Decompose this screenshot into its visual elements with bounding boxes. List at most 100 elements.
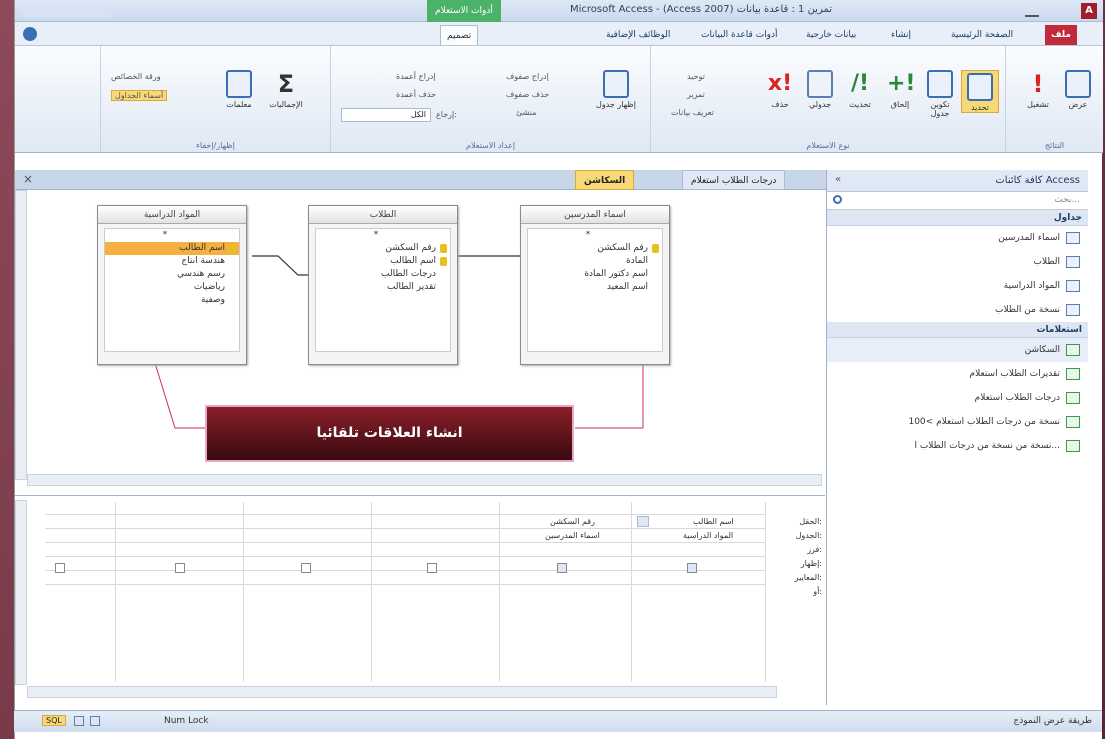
- grid-table-cell[interactable]: المواد الدراسية: [683, 531, 733, 540]
- tab-external-data[interactable]: بيانات خارجية: [800, 25, 862, 45]
- insert-columns-button[interactable]: إدراج أعمدة: [396, 72, 436, 81]
- tab-home[interactable]: الصفحة الرئيسية: [945, 25, 1019, 45]
- field-item[interactable]: اسم الطالب: [316, 255, 450, 268]
- table-box-subjects[interactable]: المواد الدراسية * اسم الطالب هندسة انتاج…: [97, 205, 247, 365]
- field-item[interactable]: رياضيات: [105, 281, 239, 294]
- run-button[interactable]: ! تشغيل: [1020, 70, 1056, 109]
- quick-access-toolbar[interactable]: [21, 4, 111, 18]
- make-table-button[interactable]: تكوين جدول: [921, 70, 959, 118]
- table-icon: [1066, 304, 1080, 316]
- append-button[interactable]: +! إلحاق: [881, 70, 919, 109]
- nav-query-item[interactable]: السكاشن: [827, 338, 1088, 362]
- nav-table-item[interactable]: المواد الدراسية: [827, 274, 1088, 298]
- table-names-button[interactable]: أسماء الجداول: [111, 90, 168, 101]
- field-item[interactable]: درجات الطالب: [316, 268, 450, 281]
- grid-field-cell[interactable]: اسم الطالب: [693, 517, 734, 526]
- query-icon: [1066, 344, 1080, 356]
- field-item[interactable]: تقدير الطالب: [316, 281, 450, 294]
- tab-addins[interactable]: الوظائف الإضافية: [600, 25, 676, 45]
- parameters-button[interactable]: معلمات: [219, 70, 259, 109]
- show-checkbox[interactable]: [427, 563, 437, 573]
- nav-category-tables[interactable]: جداول: [827, 210, 1088, 226]
- view-datasheet-button[interactable]: [90, 716, 100, 726]
- ribbon: عرض ! تشغيل النتائج تحديد تكوين جدول +! إل…: [15, 46, 1103, 153]
- field-item[interactable]: اسم المعيد: [528, 281, 662, 294]
- view-button[interactable]: عرض: [1060, 70, 1096, 109]
- data-definition-button[interactable]: تعريف بيانات: [671, 108, 714, 117]
- grid-line: [631, 502, 632, 682]
- table-icon: [1066, 256, 1080, 268]
- view-sql-button[interactable]: SQL: [42, 715, 66, 726]
- nav-query-item[interactable]: نسخة من درجات الطلاب استعلام >100: [827, 410, 1088, 434]
- field-star[interactable]: *: [316, 229, 450, 242]
- field-item[interactable]: هندسة انتاج: [105, 255, 239, 268]
- field-star[interactable]: *: [528, 229, 662, 242]
- tab-design[interactable]: تصميم: [440, 25, 479, 45]
- tab-database-tools[interactable]: أدوات قاعدة البيانات: [695, 25, 784, 45]
- show-checkbox-checked[interactable]: [687, 563, 697, 573]
- context-title: أدوات الاستعلام: [427, 0, 501, 22]
- delete-columns-button[interactable]: حذف أعمدة: [396, 90, 436, 99]
- show-checkbox[interactable]: [55, 563, 65, 573]
- grid-field-cell[interactable]: رقم السكشن: [550, 517, 595, 526]
- tab-file[interactable]: ملف: [1045, 25, 1077, 45]
- nav-table-item[interactable]: اسماء المدرسين: [827, 226, 1088, 250]
- update-button[interactable]: /! تحديث: [841, 70, 879, 109]
- grid-line: [45, 514, 765, 515]
- pass-through-button[interactable]: تمرير: [687, 90, 705, 99]
- row-label-criteria: المعايير:: [794, 573, 822, 582]
- field-item[interactable]: وصفية: [105, 294, 239, 307]
- grid-table-cell[interactable]: اسماء المدرسين: [545, 531, 600, 540]
- show-checkbox[interactable]: [175, 563, 185, 573]
- show-table-button[interactable]: إظهار جدول: [596, 70, 636, 109]
- view-design-button[interactable]: [74, 716, 84, 726]
- nav-table-item[interactable]: نسخة من الطلاب: [827, 298, 1088, 322]
- nav-query-item[interactable]: تقديرات الطلاب استعلام: [827, 362, 1088, 386]
- table-box-teachers[interactable]: اسماء المدرسين * رقم السكشن المادة اسم د…: [520, 205, 670, 365]
- field-item[interactable]: اسم الطالب: [105, 242, 239, 255]
- nav-query-item[interactable]: درجات الطلاب استعلام: [827, 386, 1088, 410]
- search-icon[interactable]: [833, 195, 842, 204]
- minimize-button[interactable]: [1025, 5, 1039, 17]
- union-button[interactable]: توحيد: [687, 72, 705, 81]
- nav-collapse-icon[interactable]: «: [835, 174, 841, 185]
- field-dropdown[interactable]: [637, 516, 649, 527]
- tab-doc-sections[interactable]: السكاشن: [575, 170, 635, 190]
- sigma-icon: Σ: [277, 70, 295, 98]
- field-star[interactable]: *: [105, 229, 239, 242]
- tab-doc-grades-query[interactable]: درجات الطلاب استعلام: [682, 170, 786, 190]
- table-box-students[interactable]: الطلاب * رقم السكشن اسم الطالب درجات الط…: [308, 205, 458, 365]
- grid-vertical-scrollbar[interactable]: [15, 500, 27, 685]
- group-query-type: تحديد تكوين جدول +! إلحاق /! تحديث جدولي x…: [650, 46, 1005, 152]
- search-placeholder: بحث...: [1054, 195, 1080, 205]
- help-icon[interactable]: [23, 27, 37, 41]
- app-icon: A: [1081, 3, 1097, 19]
- close-document-icon[interactable]: ×: [23, 172, 33, 186]
- field-item[interactable]: المادة: [528, 255, 662, 268]
- delete-rows-button[interactable]: حذف صفوف: [506, 90, 549, 99]
- select-query-button[interactable]: تحديد: [961, 70, 999, 113]
- nav-pane-header[interactable]: كافة كائنات Access «: [827, 170, 1088, 192]
- totals-button[interactable]: Σ الإجماليات: [261, 70, 311, 109]
- field-item[interactable]: رقم السكشن: [528, 242, 662, 255]
- nav-table-item[interactable]: الطلاب: [827, 250, 1088, 274]
- property-sheet-button[interactable]: ورقة الخصائص: [111, 72, 161, 81]
- nav-search-input[interactable]: بحث...: [827, 192, 1088, 210]
- delete-query-button[interactable]: x! حذف: [761, 70, 799, 109]
- nav-category-queries[interactable]: استعلامات: [827, 322, 1088, 338]
- tab-create[interactable]: إنشاء: [885, 25, 917, 45]
- field-item[interactable]: رقم السكشن: [316, 242, 450, 255]
- show-checkbox-checked[interactable]: [557, 563, 567, 573]
- grid-horizontal-scrollbar[interactable]: [27, 686, 777, 698]
- builder-button[interactable]: منشئ: [516, 108, 537, 117]
- nav-query-item[interactable]: نسخة من نسخة من درجات الطلاب ا...: [827, 434, 1088, 458]
- field-item[interactable]: اسم دكتور المادة: [528, 268, 662, 281]
- return-select[interactable]: الكل: [341, 108, 431, 122]
- group-results: عرض ! تشغيل النتائج: [1005, 46, 1103, 152]
- query-design-grid[interactable]: الحقل: الجدول: فرز: إظهار: المعايير: أو:…: [15, 495, 825, 705]
- field-item[interactable]: رسم هندسي: [105, 268, 239, 281]
- crosstab-button[interactable]: جدولي: [801, 70, 839, 109]
- grid-line: [115, 502, 116, 682]
- show-checkbox[interactable]: [301, 563, 311, 573]
- insert-rows-button[interactable]: إدراج صفوف: [506, 72, 549, 81]
